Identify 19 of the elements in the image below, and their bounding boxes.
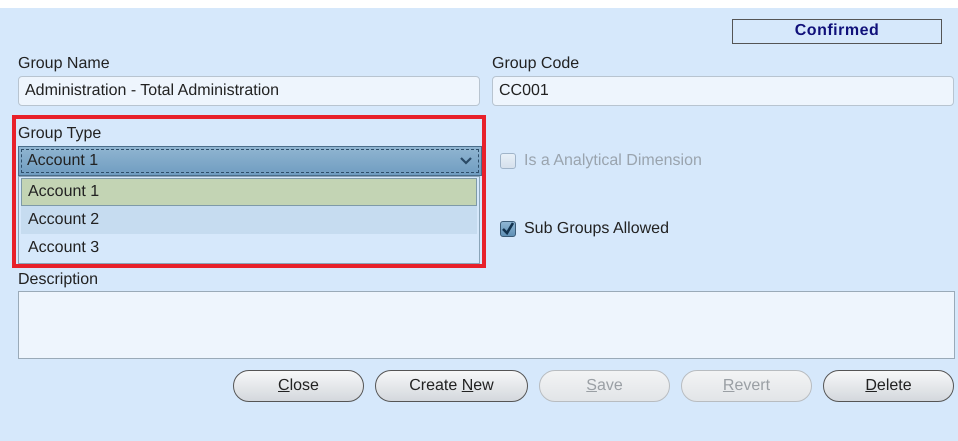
checkbox[interactable] [500, 221, 516, 237]
group-name-field[interactable]: Administration - Total Administration [18, 76, 480, 106]
status-badge: Confirmed [732, 19, 942, 44]
chevron-down-icon [459, 156, 473, 166]
group-type-dropdown[interactable]: Account 1 [18, 146, 482, 176]
action-button[interactable]: Create New [375, 370, 528, 402]
checkbox-label: Is a Analytical Dimension [524, 152, 702, 170]
field-label: Group Type [18, 124, 102, 144]
field-label: Group Code [492, 54, 580, 74]
field-label: Description [18, 270, 100, 290]
field-label: Group Name [18, 54, 111, 74]
dropdown-option[interactable]: Account 1 [21, 178, 477, 206]
action-button[interactable]: Delete [823, 370, 954, 402]
action-button[interactable]: Close [233, 370, 364, 402]
description-field[interactable] [18, 291, 955, 359]
dropdown-option[interactable]: Account 3 [21, 234, 477, 262]
checkbox-label: Sub Groups Allowed [524, 220, 669, 238]
dropdown-option[interactable]: Account 2 [21, 206, 477, 234]
group-code-field[interactable]: CC001 [492, 76, 954, 106]
